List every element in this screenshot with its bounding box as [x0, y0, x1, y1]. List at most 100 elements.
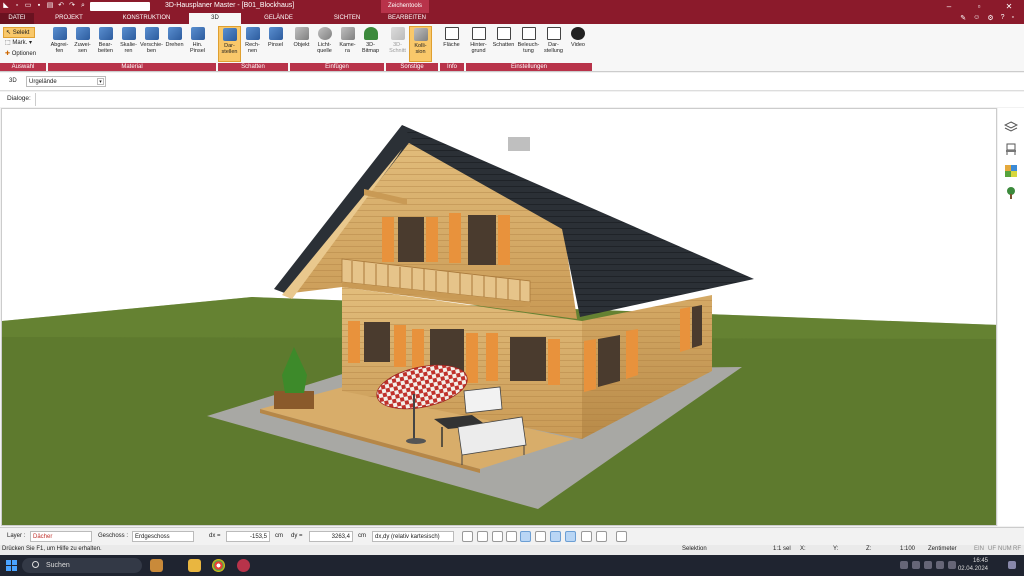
- taskbar-clock[interactable]: 16:45 02.04.2024: [958, 557, 988, 573]
- shutter: [486, 333, 498, 381]
- schatten-settings-button[interactable]: Schatten: [491, 26, 516, 62]
- angle-icon[interactable]: [520, 531, 531, 542]
- beleuchtung-button[interactable]: Beleuch- tung: [516, 26, 541, 62]
- grid-icon[interactable]: [492, 531, 503, 542]
- 3d-bitmap-button[interactable]: 3D- Bitmap: [359, 26, 382, 62]
- tab-projekt[interactable]: PROJEKT: [34, 13, 104, 24]
- zuweisen-button[interactable]: Zuwei- sen: [71, 26, 94, 62]
- schatten-pinsel-button[interactable]: Pinsel: [264, 26, 287, 62]
- battery-icon[interactable]: [948, 561, 956, 569]
- objekt-button[interactable]: Objekt: [290, 26, 313, 62]
- coord-mode-combo[interactable]: dx,dy (relativ kartesisch): [372, 531, 454, 542]
- quick-search-input[interactable]: [90, 2, 150, 11]
- terrain-combo[interactable]: Urgelände ▾: [26, 76, 106, 87]
- more-icon[interactable]: [616, 531, 627, 542]
- hin-pinsel-label: Hin. Pinsel: [190, 42, 205, 54]
- flaeche-button[interactable]: Fläche: [440, 26, 463, 62]
- optionen-button[interactable]: ✚ Optionen: [3, 49, 36, 60]
- search-icon[interactable]: ⌕: [79, 2, 87, 10]
- optionen-label: Optionen: [11, 51, 37, 57]
- taskbar-search[interactable]: Suchen: [22, 558, 142, 573]
- help-icon[interactable]: ?: [1001, 14, 1005, 22]
- tab-bearbeiten[interactable]: BEARBEITEN: [378, 13, 436, 24]
- 3d-viewport[interactable]: [1, 108, 997, 526]
- darstellung-button[interactable]: Dar- stellung: [541, 26, 566, 62]
- clock-icon[interactable]: [462, 531, 473, 542]
- curve-icon[interactable]: [565, 531, 576, 542]
- tab-sichten[interactable]: SICHTEN: [316, 13, 378, 24]
- bulb-icon: [317, 27, 332, 40]
- hausplaner-app-icon[interactable]: [237, 559, 250, 572]
- tools-icon[interactable]: ✎: [960, 14, 966, 22]
- status-bar: Drücken Sie F1, um Hilfe zu erhalten. Se…: [0, 545, 1024, 555]
- selekt-button[interactable]: ↖ Selekt: [3, 27, 35, 38]
- settings-icon[interactable]: ⚙: [987, 14, 993, 22]
- 3d-schnitt-button[interactable]: 3D- Schnitt: [386, 26, 409, 62]
- bearbeiten-button[interactable]: Bear- beiten: [94, 26, 117, 62]
- video-button[interactable]: Video: [566, 26, 590, 62]
- chrome-icon[interactable]: [212, 559, 225, 572]
- chevron-down-icon[interactable]: ▾: [97, 78, 104, 85]
- mark-button[interactable]: ⬚ Mark. ▾: [3, 38, 36, 49]
- kamera-button[interactable]: Kame- ra: [336, 26, 359, 62]
- verschieben-button[interactable]: Verschie- ben: [140, 26, 163, 62]
- darstellen-button[interactable]: Dar- stellen: [218, 26, 241, 62]
- window-title: 3D-Hausplaner Master - [B01_Blockhaus]: [165, 2, 295, 9]
- minimize-icon[interactable]: –: [934, 0, 964, 13]
- tab-datei[interactable]: DATEI: [0, 13, 34, 24]
- drehen-button[interactable]: Drehen: [163, 26, 186, 62]
- dy-value: 3263,4: [331, 534, 350, 540]
- plant-icon[interactable]: [1004, 186, 1018, 200]
- close-icon[interactable]: ✕: [994, 0, 1024, 13]
- dx-input[interactable]: -153,5: [226, 531, 270, 542]
- lichtquelle-button[interactable]: Licht- quelle: [313, 26, 336, 62]
- measure-icon[interactable]: [535, 531, 546, 542]
- materials-icon[interactable]: [1004, 164, 1018, 178]
- tray-icon[interactable]: [912, 561, 920, 569]
- layers-icon[interactable]: [1004, 120, 1018, 134]
- hin-pinsel-button[interactable]: Hin. Pinsel: [186, 26, 209, 62]
- undo-icon[interactable]: ↶: [57, 2, 65, 10]
- file-explorer-icon[interactable]: [188, 559, 201, 572]
- tab-gelaende[interactable]: GELÄNDE: [241, 13, 316, 24]
- group-label-auswahl: Auswahl: [0, 63, 46, 71]
- wifi-icon[interactable]: [924, 561, 932, 569]
- assign-icon: [75, 27, 90, 40]
- north-icon[interactable]: [596, 531, 607, 542]
- raster-icon[interactable]: [581, 531, 592, 542]
- start-icon[interactable]: [6, 560, 17, 571]
- notification-icon[interactable]: [1008, 561, 1016, 569]
- save-icon[interactable]: ▪: [35, 2, 43, 10]
- dy-input[interactable]: 3263,4: [309, 531, 353, 542]
- skalieren-button[interactable]: Skalie- ren: [117, 26, 140, 62]
- rechnen-button[interactable]: Rech- nen: [241, 26, 264, 62]
- shutter: [382, 217, 394, 262]
- tab-3d[interactable]: 3D: [189, 13, 241, 24]
- print-icon[interactable]: ▤: [46, 2, 54, 10]
- object-snap-icon[interactable]: [506, 531, 517, 542]
- restore-icon[interactable]: ▫: [1012, 14, 1014, 22]
- new-file-icon[interactable]: ▫: [13, 2, 21, 10]
- kollision-label: Kolli- sion: [414, 43, 427, 55]
- open-file-icon[interactable]: ▭: [24, 2, 32, 10]
- tray-icon[interactable]: [900, 561, 908, 569]
- hintergrund-button[interactable]: Hinter- grund: [466, 26, 491, 62]
- drehen-label: Drehen: [165, 42, 184, 48]
- geschoss-combo[interactable]: Erdgeschoss: [132, 531, 194, 542]
- tab-right-icons: ✎ ☺ ⚙ ? ▫: [960, 14, 1014, 22]
- redo-icon[interactable]: ↷: [68, 2, 76, 10]
- status-toolbar: Layer : Dächer Geschoss : Erdgeschoss dx…: [0, 527, 1024, 544]
- tab-konstruktion[interactable]: KONSTRUKTION: [104, 13, 189, 24]
- abgreifen-button[interactable]: Abgrei- fen: [48, 26, 71, 62]
- ortho-icon[interactable]: [550, 531, 561, 542]
- app-logo-icon[interactable]: ◣: [2, 2, 10, 10]
- kollision-button[interactable]: Kolli- sion: [409, 26, 432, 62]
- volume-icon[interactable]: [936, 561, 944, 569]
- snap-icon[interactable]: [477, 531, 488, 542]
- books-app-icon[interactable]: [150, 559, 163, 572]
- chair-icon[interactable]: [1004, 142, 1018, 156]
- context-tab-zeichentools[interactable]: Zeichentools: [381, 0, 429, 13]
- maximize-icon[interactable]: ▫: [964, 0, 994, 13]
- user-icon[interactable]: ☺: [973, 14, 980, 22]
- layer-combo[interactable]: Dächer: [30, 531, 92, 542]
